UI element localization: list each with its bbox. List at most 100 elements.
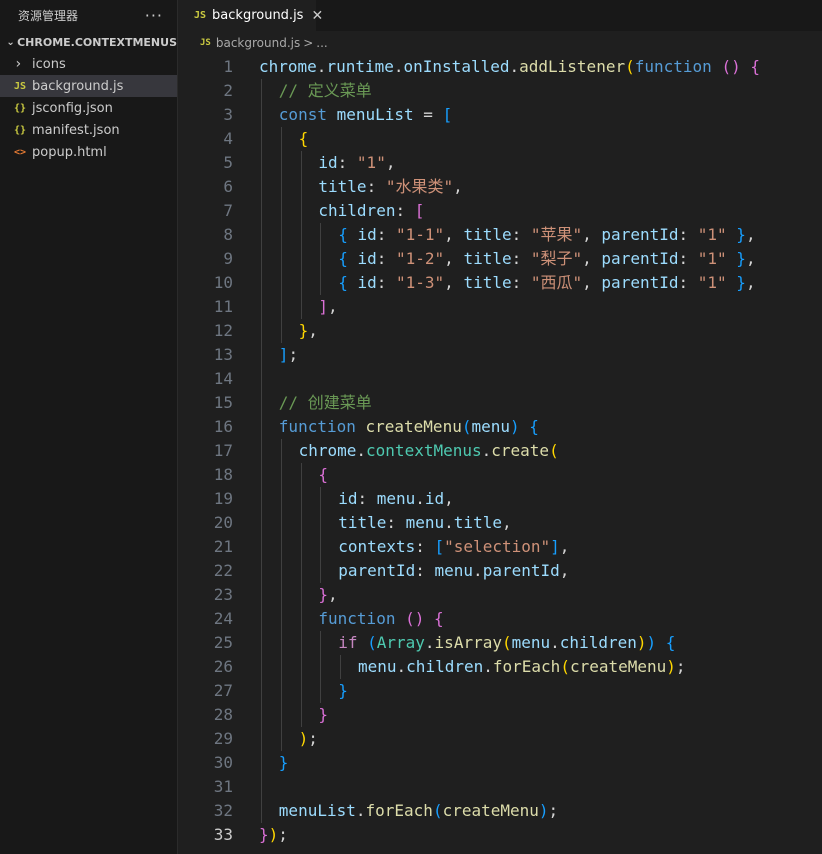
code-line[interactable]: 23}, xyxy=(179,583,822,607)
code-token: { xyxy=(318,465,329,484)
workspace-folder[interactable]: ⌄ CHROME.CONTEXTMENUS xyxy=(0,31,177,53)
code-line[interactable]: 13]; xyxy=(179,343,822,367)
code-token: title xyxy=(463,225,512,244)
code-line[interactable]: 3 const menuList = [ xyxy=(179,103,822,127)
code-line[interactable]: 18 { xyxy=(179,463,822,487)
code-line[interactable]: 8 { id: "1-1", title: "苹果", parentId: "1"… xyxy=(179,223,822,247)
breadcrumb-file[interactable]: background.js xyxy=(216,36,300,50)
line-number: 29 xyxy=(213,729,233,748)
explorer-sidebar: 资源管理器 ··· ⌄ CHROME.CONTEXTMENUS › icons JS… xyxy=(0,0,178,854)
indent-guide xyxy=(280,679,282,703)
indent-guide xyxy=(320,487,322,511)
code-line[interactable]: 4{ xyxy=(179,127,822,151)
breadcrumb: JS background.js > ... xyxy=(179,31,822,55)
code-editor[interactable]: 1 chrome.runtime.onInstalled.addListener(… xyxy=(179,55,822,847)
code-token: id xyxy=(424,489,445,508)
file-tree: › icons JS background.js {} jsconfig.json {} ma… xyxy=(0,53,177,163)
close-icon[interactable]: ✕ xyxy=(311,8,323,24)
file-tree-item-jsconfig-json[interactable]: {} jsconfig.json xyxy=(0,97,177,119)
code-line[interactable]: 16 function createMenu(menu) { xyxy=(179,415,822,439)
indent-guide xyxy=(300,151,302,175)
code-token: chrome xyxy=(259,57,317,76)
indent-guide xyxy=(300,511,302,535)
code-token: "selection" xyxy=(444,537,551,556)
indent-guide xyxy=(280,463,282,487)
code-token: : xyxy=(337,153,357,172)
line-number: 5 xyxy=(223,153,233,172)
code-token: . xyxy=(396,657,407,676)
code-token: : xyxy=(415,537,435,556)
file-tree-item-icons[interactable]: › icons xyxy=(0,53,177,75)
code-text: chrome.runtime.onInstalled.addListener(f… xyxy=(259,55,760,79)
code-text: title: "水果类", xyxy=(318,175,462,199)
indent-guide xyxy=(320,631,322,655)
code-line[interactable]: 10 { id: "1-3", title: "西瓜", parentId: "1… xyxy=(179,271,822,295)
code-line[interactable]: 7 children: [ xyxy=(179,199,822,223)
file-tree-item-popup-html[interactable]: <> popup.html xyxy=(0,141,177,163)
explorer-title: 资源管理器 xyxy=(18,9,79,23)
code-token: } xyxy=(736,273,746,292)
code-token: ( xyxy=(625,57,635,76)
code-line[interactable]: 24 function () { xyxy=(179,607,822,631)
code-line[interactable]: 9 { id: "1-2", title: "梨子", parentId: "1"… xyxy=(179,247,822,271)
code-token: menu xyxy=(376,489,416,508)
code-token: { xyxy=(338,249,348,268)
code-line[interactable]: 25 if (Array.isArray(menu.children)) { xyxy=(179,631,822,655)
code-text: menuList.forEach(createMenu); xyxy=(279,799,558,823)
code-line[interactable]: 15 // 创建菜单 xyxy=(179,391,822,415)
code-line[interactable]: 1 chrome.runtime.onInstalled.addListener(… xyxy=(179,55,822,79)
code-token: : xyxy=(415,561,435,580)
code-line[interactable]: 20 title: menu.title, xyxy=(179,511,822,535)
code-text: { id: "1-1", title: "苹果", parentId: "1" … xyxy=(338,223,755,247)
code-line[interactable]: 17 chrome.contextMenus.create( xyxy=(179,439,822,463)
code-text: { id: "1-2", title: "梨子", parentId: "1" … xyxy=(338,247,755,271)
code-token: ) xyxy=(268,825,279,844)
tab-bar: JS background.js ✕ xyxy=(179,0,822,31)
code-line[interactable]: 26 menu.children.forEach(createMenu); xyxy=(179,655,822,679)
code-line[interactable]: 2 // 定义菜单 xyxy=(179,79,822,103)
code-token: . xyxy=(550,633,560,652)
code-line[interactable]: 32 menuList.forEach(createMenu); xyxy=(179,799,822,823)
tab-background-js[interactable]: JS background.js ✕ xyxy=(179,0,323,31)
code-line[interactable]: 11], xyxy=(179,295,822,319)
line-number: 22 xyxy=(213,561,233,580)
code-line[interactable]: 14 xyxy=(179,367,822,391)
code-text: } xyxy=(338,679,348,703)
code-line[interactable]: 28} xyxy=(179,703,822,727)
line-number: 30 xyxy=(213,753,233,772)
file-tree-item-background-js[interactable]: JS background.js xyxy=(0,75,177,97)
file-tree-item-manifest-json[interactable]: {} manifest.json xyxy=(0,119,177,141)
code-line[interactable]: 19 id: menu.id, xyxy=(179,487,822,511)
indent-guide xyxy=(320,559,322,583)
indent-guide xyxy=(261,295,262,319)
code-token: . xyxy=(424,633,435,652)
code-line[interactable]: 6 title: "水果类", xyxy=(179,175,822,199)
code-token: , xyxy=(453,177,463,196)
line-number: 33 xyxy=(213,825,233,844)
code-line[interactable]: 12}, xyxy=(179,319,822,343)
line-number: 20 xyxy=(213,513,233,532)
indent-guide xyxy=(300,295,302,319)
code-text: function createMenu(menu) { xyxy=(279,415,539,439)
indent-guide xyxy=(280,127,282,151)
indent-guide xyxy=(320,247,322,271)
code-line[interactable]: 29); xyxy=(179,727,822,751)
more-actions-icon[interactable]: ··· xyxy=(145,6,163,25)
code-text: function () { xyxy=(318,607,443,631)
breadcrumb-more[interactable]: ... xyxy=(316,36,327,50)
code-token: const xyxy=(278,105,327,124)
code-line[interactable]: 5 id: "1", xyxy=(179,151,822,175)
code-line[interactable]: 21 contexts: ["selection"], xyxy=(179,535,822,559)
line-number: 8 xyxy=(223,225,233,244)
code-token: , xyxy=(582,225,602,244)
code-line[interactable]: 30} xyxy=(179,751,822,775)
indent-guide xyxy=(261,751,262,775)
code-token: parentId xyxy=(601,273,679,292)
code-line[interactable]: 22 parentId: menu.parentId, xyxy=(179,559,822,583)
code-line[interactable]: 31 xyxy=(179,775,822,799)
code-line[interactable]: 27} xyxy=(179,679,822,703)
code-line[interactable]: 33}); xyxy=(179,823,822,847)
